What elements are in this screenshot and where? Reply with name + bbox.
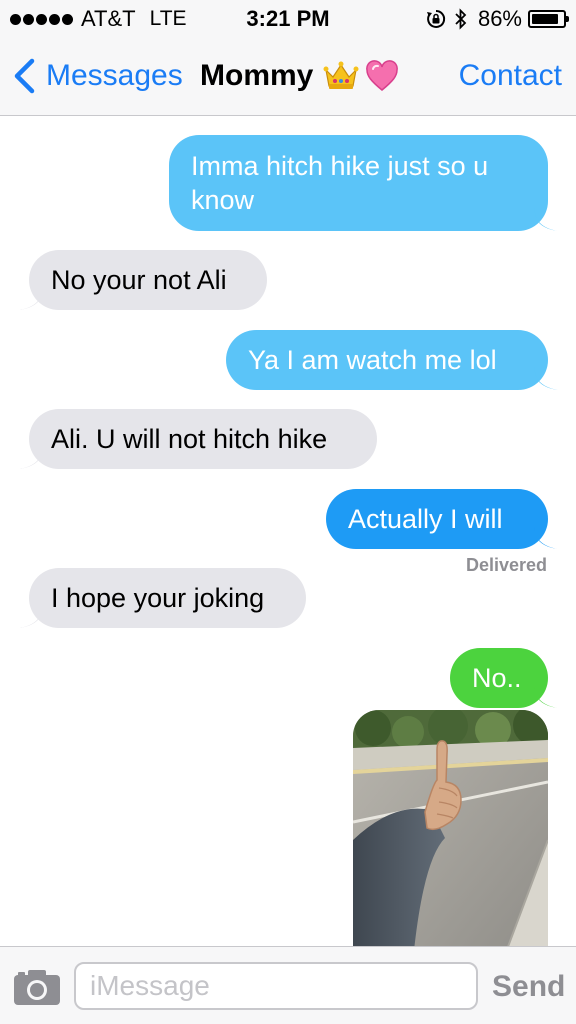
message-composer: Send <box>0 946 576 1024</box>
message-bubble-received[interactable]: I hope your joking <box>19 568 306 628</box>
message-text: Imma hitch hike just so u know <box>191 151 489 215</box>
message-text: No.. <box>472 663 522 693</box>
message-bubble-sent[interactable]: Ya I am watch me lol <box>226 330 558 390</box>
thumbs-up-photo <box>353 710 548 946</box>
bubble-tail <box>534 366 558 390</box>
message-text: I hope your joking <box>51 583 265 613</box>
battery-percent: 86% <box>477 6 522 31</box>
conversation-title: Mommy <box>200 56 399 96</box>
delivery-status: Delivered <box>465 555 547 575</box>
bubble-tail <box>19 286 43 310</box>
message-text: No your not Ali <box>51 265 227 295</box>
message-text: Ali. U will not hitch hike <box>51 424 328 454</box>
camera-icon[interactable] <box>12 967 62 1007</box>
bubble-tail <box>534 684 558 708</box>
back-button[interactable]: Messages <box>12 56 183 96</box>
message-bubble-sent[interactable]: Actually I will <box>326 489 558 549</box>
messages-screen: AT&T LTE 3:21 PM 86% Messages Mommy Cont… <box>0 0 576 1024</box>
status-right: 86% <box>426 6 569 32</box>
battery-tip <box>566 16 569 22</box>
bubble-tail <box>19 445 43 469</box>
conversation-thread[interactable]: Imma hitch hike just so u know No your n… <box>0 117 576 946</box>
navigation-bar: Messages Mommy Contact <box>0 36 576 116</box>
photo-attachment[interactable] <box>353 710 548 946</box>
send-button[interactable]: Send <box>492 967 565 1007</box>
message-bubble-received[interactable]: Ali. U will not hitch hike <box>19 409 377 469</box>
battery-icon <box>528 10 569 28</box>
chevron-left-icon <box>14 58 35 94</box>
message-bubble-sent[interactable]: Imma hitch hike just so u know <box>169 135 558 231</box>
bubble-tail <box>534 525 558 549</box>
battery-fill <box>532 14 558 24</box>
message-text: Ya I am watch me lol <box>248 345 497 375</box>
message-input[interactable] <box>74 962 478 1010</box>
message-text: Actually I will <box>348 504 503 534</box>
message-bubble-received[interactable]: No your not Ali <box>19 250 267 310</box>
contact-button[interactable]: Contact <box>459 56 562 96</box>
crown-icon <box>323 61 359 89</box>
rotation-lock-icon <box>426 9 446 28</box>
bluetooth-icon <box>455 8 467 30</box>
bubble-tail <box>19 604 43 628</box>
message-bubble-sms[interactable]: No.. <box>450 648 558 708</box>
bubble-tail <box>534 207 558 231</box>
status-bar: AT&T LTE 3:21 PM 86% <box>0 0 576 36</box>
back-label: Messages <box>46 59 183 92</box>
heart-icon <box>366 60 399 91</box>
contact-name: Mommy <box>200 59 314 92</box>
